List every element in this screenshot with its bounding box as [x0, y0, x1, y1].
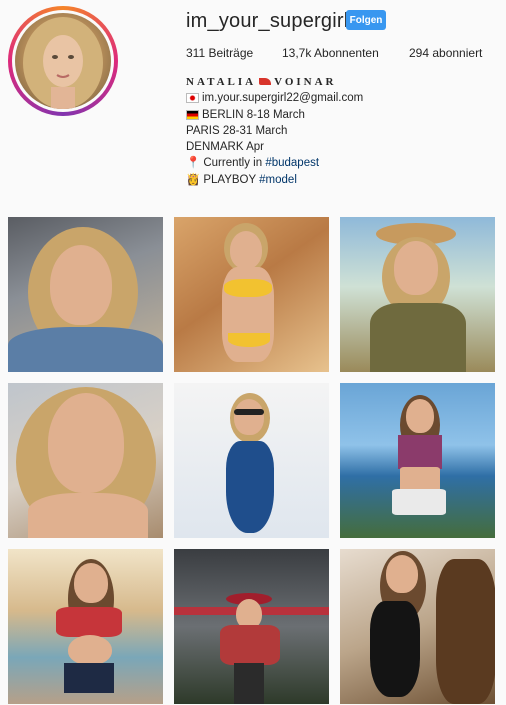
post-thumbnail-8[interactable]: [174, 549, 329, 704]
bio-playboy-line: 👸 PLAYBOY #model: [186, 173, 297, 186]
post-thumbnail-7[interactable]: [8, 549, 163, 704]
location-pin-icon: 📍: [186, 157, 201, 170]
post-thumbnail-1[interactable]: [8, 217, 163, 372]
avatar-portrait: [23, 17, 103, 109]
post-thumbnail-6[interactable]: [340, 383, 495, 538]
post-thumbnail-3[interactable]: [340, 217, 495, 372]
bio-email-line: im.your.supergirl22@gmail.com: [186, 90, 496, 106]
post-thumbnail-4[interactable]: [8, 383, 163, 538]
post-thumbnail-2[interactable]: [174, 217, 329, 372]
avatar: [15, 13, 111, 109]
hashtag-model[interactable]: #model: [259, 174, 297, 186]
hashtag-budapest[interactable]: #budapest: [265, 157, 319, 169]
germany-flag-icon: [186, 109, 199, 120]
profile-bio: NATALIA VOINAR im.your.supergirl22@gmail.…: [186, 74, 496, 188]
followers-count[interactable]: 13,7k Abonnenten: [282, 46, 379, 60]
posts-count[interactable]: 311 Beiträge: [186, 46, 253, 60]
doll-icon: 👸: [186, 173, 201, 186]
following-count[interactable]: 294 abonniert: [409, 46, 482, 60]
bio-berlin-line: BERLIN 8-18 March: [186, 107, 496, 123]
profile-header: im_your_supergirl Folgen 311 Beiträge 13…: [0, 0, 506, 212]
high-heel-icon: [259, 78, 272, 86]
bio-denmark-line: DENMARK Apr: [186, 141, 264, 154]
post-thumbnail-9[interactable]: [340, 549, 495, 704]
follow-button[interactable]: Folgen: [346, 10, 386, 30]
profile-avatar-ring[interactable]: [8, 6, 118, 116]
post-grid: [0, 215, 506, 705]
bio-display-name: NATALIA VOINAR: [186, 76, 337, 88]
japan-flag-icon: [186, 93, 199, 104]
bio-paris-line: PARIS 28-31 March: [186, 124, 288, 137]
bio-currently-line: 📍 Currently in #budapest: [186, 157, 320, 170]
post-thumbnail-5[interactable]: [174, 383, 329, 538]
profile-username: im_your_supergirl: [186, 10, 349, 32]
